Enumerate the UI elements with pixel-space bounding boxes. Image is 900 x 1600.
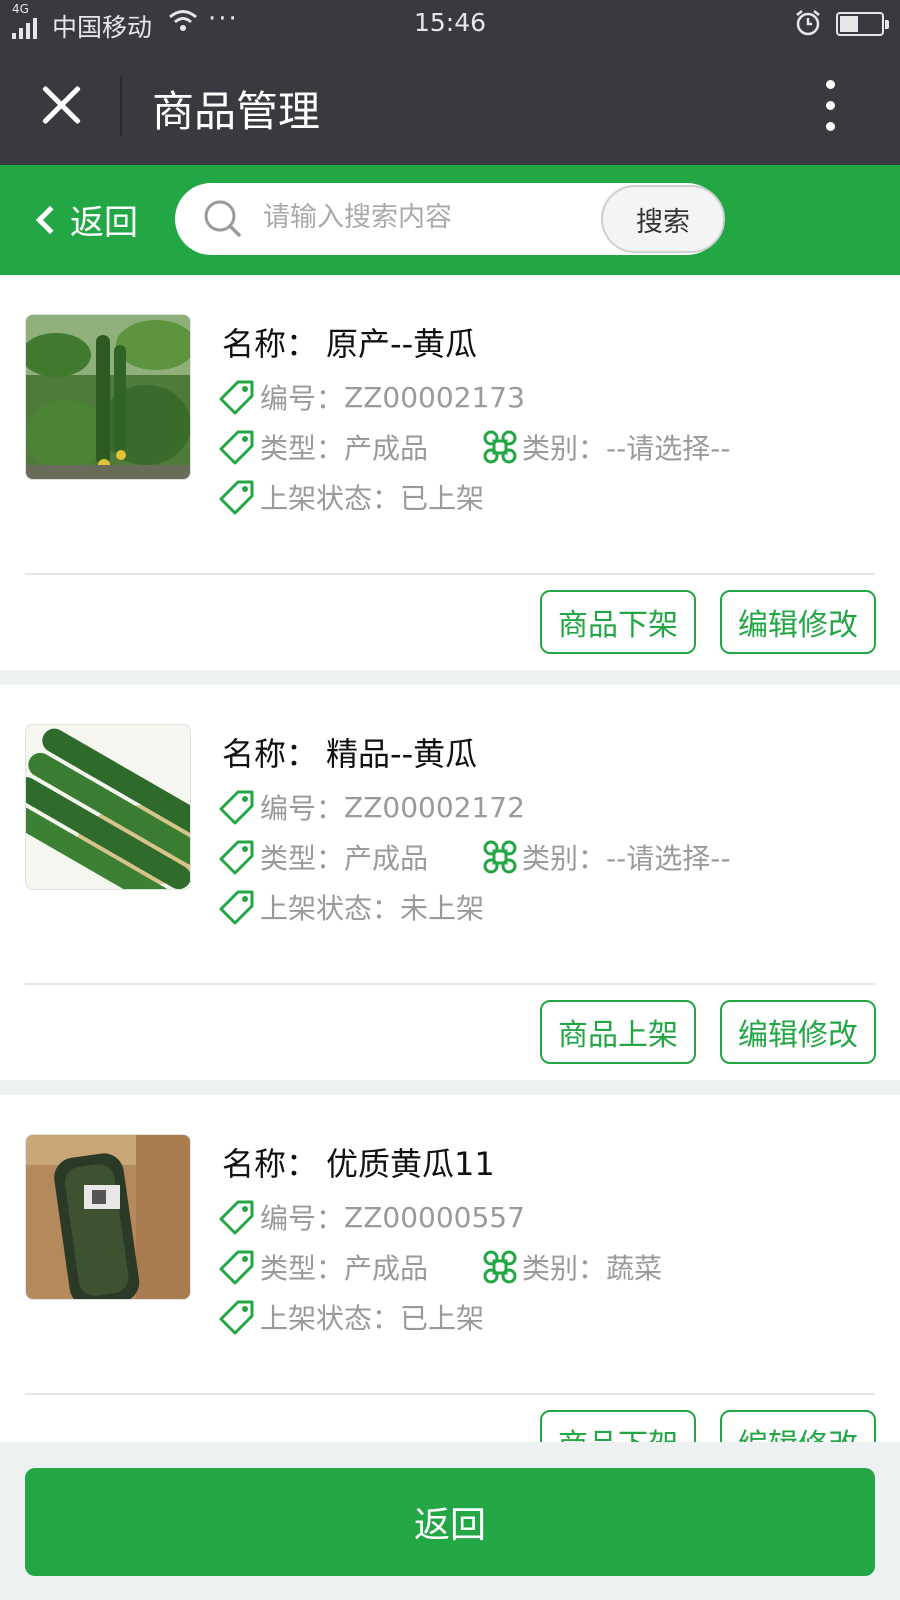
battery-level — [840, 16, 858, 32]
type-field: 类型： 产成品 — [218, 1247, 428, 1287]
tag-icon — [219, 380, 254, 415]
type-label: 类型： — [260, 1252, 345, 1285]
bottom-bar: 返回 — [0, 1442, 900, 1600]
type-field: 类型： 产成品 — [218, 427, 428, 467]
shelf-status-label: 上架状态： — [260, 1302, 401, 1335]
edit-button[interactable]: 编辑修改 — [720, 1000, 876, 1064]
back-link-label: 返回 — [70, 203, 138, 243]
shelf-status-field: 上架状态： 未上架 — [218, 887, 484, 927]
product-card: 名称： 原产--黄瓜 编号： ZZ00002173 类型： 产成品 类别： --请选择-… — [0, 275, 900, 670]
code-label: 编号： — [260, 792, 345, 825]
product-card: 名称： 精品--黄瓜 编号： ZZ00002172 类型： 产成品 类别： --请选择-… — [0, 685, 900, 1080]
divider — [25, 1393, 875, 1395]
product-list: 名称： 原产--黄瓜 编号： ZZ00002173 类型： 产成品 类别： --请选择-… — [0, 275, 900, 1442]
product-image — [25, 314, 191, 480]
command-icon — [483, 430, 517, 464]
page-title: 商品管理 — [152, 87, 321, 136]
close-icon[interactable] — [36, 80, 86, 130]
code-field: 编号： ZZ00002172 — [218, 787, 525, 827]
tag-icon — [219, 480, 254, 515]
clock: 15:46 — [413, 8, 487, 37]
command-icon — [483, 840, 517, 874]
command-icon — [483, 1250, 517, 1284]
battery-icon — [836, 12, 889, 36]
code-field: 编号： ZZ00000557 — [218, 1197, 525, 1237]
type-value: 产成品 — [344, 1252, 429, 1285]
product-name: 名称： 优质黄瓜11 — [222, 1139, 503, 1185]
divider — [25, 983, 875, 985]
back-link[interactable]: 返回 — [34, 195, 138, 244]
code-label: 编号： — [260, 1202, 345, 1235]
more-menu-icon[interactable] — [822, 80, 838, 132]
tag-icon — [219, 890, 254, 925]
edit-button[interactable]: 编辑修改 — [720, 590, 876, 654]
name-value: 精品--黄瓜 — [326, 735, 478, 773]
search-bar: 返回 搜索 — [0, 165, 900, 275]
tag-icon — [219, 840, 254, 875]
category-label: 类别： — [522, 1252, 607, 1285]
shelf-status-value: 已上架 — [400, 1302, 485, 1335]
code-value: ZZ00002173 — [344, 380, 525, 414]
back-button[interactable]: 返回 — [25, 1468, 875, 1576]
alarm-icon — [796, 10, 820, 36]
shelf-status-value: 已上架 — [400, 482, 485, 515]
code-value: ZZ00000557 — [344, 1200, 525, 1234]
divider — [25, 573, 875, 575]
type-field: 类型： 产成品 — [218, 837, 428, 877]
name-label: 名称： — [222, 1145, 319, 1183]
name-label: 名称： — [222, 325, 319, 363]
search-button[interactable]: 搜索 — [601, 185, 725, 253]
category-label: 类别： — [522, 842, 607, 875]
code-value: ZZ00002172 — [344, 790, 525, 824]
search-input[interactable] — [263, 195, 563, 239]
status-bar: 4G 中国移动 ··· 15:46 — [0, 0, 900, 48]
type-label: 类型： — [260, 842, 345, 875]
category-field: 类别： --请选择-- — [482, 427, 730, 467]
category-field: 类别： 蔬菜 — [482, 1247, 662, 1287]
product-name: 名称： 精品--黄瓜 — [222, 729, 485, 775]
shelf-status-value: 未上架 — [400, 892, 485, 925]
unlist-button[interactable]: 商品下架 — [540, 590, 696, 654]
shelf-status-field: 上架状态： 已上架 — [218, 1297, 484, 1337]
type-value: 产成品 — [344, 842, 429, 875]
type-label: 类型： — [260, 432, 345, 465]
tag-icon — [219, 1200, 254, 1235]
name-label: 名称： — [222, 735, 319, 773]
tag-icon — [219, 1300, 254, 1335]
search-icon — [204, 200, 241, 237]
category-label: 类别： — [522, 432, 607, 465]
shelf-status-label: 上架状态： — [260, 482, 401, 515]
shelf-status-label: 上架状态： — [260, 892, 401, 925]
list-button[interactable]: 商品上架 — [540, 1000, 696, 1064]
name-value: 优质黄瓜11 — [326, 1145, 495, 1183]
product-name: 名称： 原产--黄瓜 — [222, 319, 485, 365]
unlist-button[interactable]: 商品下架 — [540, 1410, 696, 1442]
code-field: 编号： ZZ00002173 — [218, 377, 525, 417]
product-card: 名称： 优质黄瓜11 编号： ZZ00000557 类型： 产成品 类别： 蔬菜 上架状… — [0, 1095, 900, 1442]
product-image — [25, 1134, 191, 1300]
name-value: 原产--黄瓜 — [326, 325, 478, 363]
edit-button[interactable]: 编辑修改 — [720, 1410, 876, 1442]
category-field: 类别： --请选择-- — [482, 837, 730, 877]
tag-icon — [219, 790, 254, 825]
title-separator — [120, 76, 122, 136]
code-label: 编号： — [260, 382, 345, 415]
shelf-status-field: 上架状态： 已上架 — [218, 477, 484, 517]
type-value: 产成品 — [344, 432, 429, 465]
category-value: --请选择-- — [606, 432, 731, 465]
chevron-left-icon — [35, 205, 65, 234]
product-image — [25, 724, 191, 890]
title-bar: 商品管理 — [0, 48, 900, 165]
category-value: --请选择-- — [606, 842, 731, 875]
tag-icon — [219, 430, 254, 465]
tag-icon — [219, 1250, 254, 1285]
category-value: 蔬菜 — [606, 1252, 663, 1285]
